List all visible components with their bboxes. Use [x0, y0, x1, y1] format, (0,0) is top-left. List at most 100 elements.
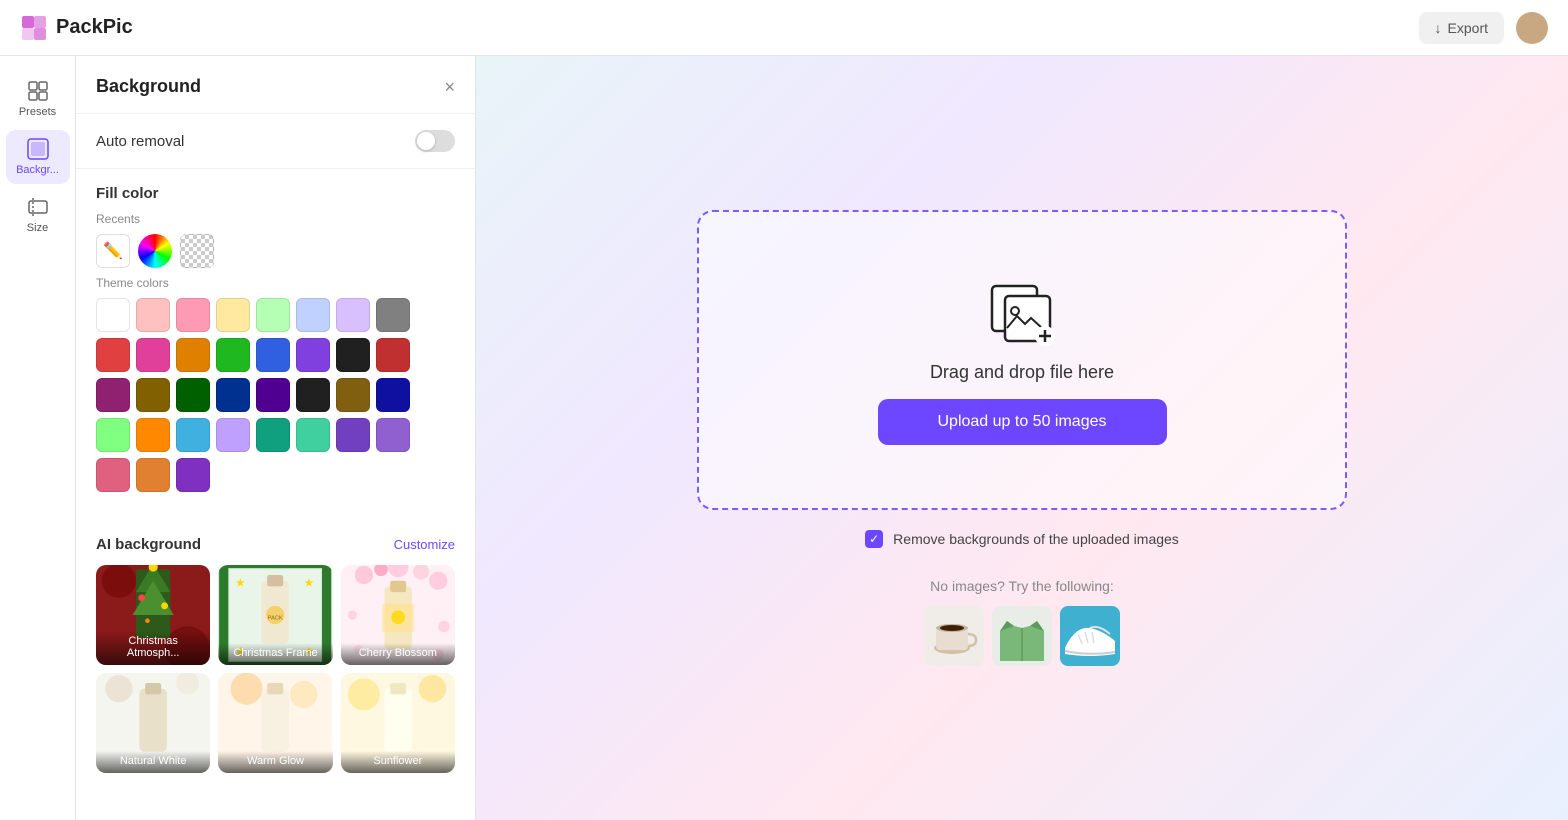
main-layout: Presets Backgr... Size Background × Auto: [0, 56, 1568, 820]
export-button[interactable]: ↓ Export: [1419, 12, 1504, 44]
auto-removal-section: Auto removal: [76, 114, 475, 169]
auto-removal-toggle[interactable]: [415, 130, 455, 152]
sample-image-sneaker[interactable]: [1060, 606, 1120, 666]
remove-bg-row: ✓ Remove backgrounds of the uploaded ima…: [865, 530, 1179, 548]
theme-color-swatch-0[interactable]: [96, 298, 130, 332]
logo-icon: [20, 14, 48, 42]
ai-card-placeholder-1[interactable]: Natural White: [96, 673, 210, 773]
theme-color-swatch-25[interactable]: [136, 418, 170, 452]
theme-color-swatch-22[interactable]: [336, 378, 370, 412]
background-icon: [27, 138, 49, 160]
theme-color-swatch-19[interactable]: [216, 378, 250, 412]
user-avatar[interactable]: [1516, 12, 1548, 44]
theme-color-swatch-26[interactable]: [176, 418, 210, 452]
presets-label: Presets: [19, 106, 56, 118]
sidebar-item-size[interactable]: Size: [6, 188, 70, 242]
ai-background-title: AI background: [96, 536, 201, 553]
upload-button[interactable]: Upload up to 50 images: [878, 399, 1167, 445]
fill-color-section: Fill color Recents ✏️ Theme colors: [76, 169, 475, 520]
svg-text:★: ★: [304, 577, 314, 589]
theme-color-swatch-2[interactable]: [176, 298, 210, 332]
no-images-section: No images? Try the following:: [924, 578, 1120, 666]
theme-color-swatch-10[interactable]: [176, 338, 210, 372]
theme-color-swatch-32[interactable]: [96, 458, 130, 492]
header-actions: ↓ Export: [1419, 12, 1548, 44]
theme-color-swatch-21[interactable]: [296, 378, 330, 412]
recents-row: ✏️: [96, 234, 455, 268]
placeholder-2-label: Warm Glow: [218, 751, 332, 773]
theme-color-swatch-5[interactable]: [296, 298, 330, 332]
sidebar-item-presets[interactable]: Presets: [6, 72, 70, 126]
theme-color-swatch-24[interactable]: [96, 418, 130, 452]
theme-color-swatch-20[interactable]: [256, 378, 290, 412]
pen-color-swatch[interactable]: ✏️: [96, 234, 130, 268]
ai-card-cherry-blossom[interactable]: Cherry Blossom: [341, 565, 455, 665]
theme-color-swatch-28[interactable]: [256, 418, 290, 452]
size-label: Size: [27, 222, 48, 234]
export-label: Export: [1448, 20, 1488, 36]
theme-color-swatch-30[interactable]: [336, 418, 370, 452]
cherry-blossom-label: Cherry Blossom: [341, 643, 455, 665]
theme-color-swatch-18[interactable]: [176, 378, 210, 412]
sidebar-item-background[interactable]: Backgr...: [6, 130, 70, 184]
theme-color-swatch-3[interactable]: [216, 298, 250, 332]
transparent-swatch[interactable]: [180, 234, 214, 268]
theme-color-swatch-4[interactable]: [256, 298, 290, 332]
coffee-preview: [924, 606, 984, 666]
theme-color-swatch-34[interactable]: [176, 458, 210, 492]
theme-color-swatch-1[interactable]: [136, 298, 170, 332]
app-header: PackPic ↓ Export: [0, 0, 1568, 56]
auto-removal-row: Auto removal: [96, 130, 455, 152]
upload-images-icon: [987, 276, 1057, 346]
theme-color-swatch-33[interactable]: [136, 458, 170, 492]
ai-background-header: AI background Customize: [96, 536, 455, 553]
background-panel: Background × Auto removal Fill color Rec…: [76, 56, 476, 820]
theme-color-swatch-17[interactable]: [136, 378, 170, 412]
customize-link[interactable]: Customize: [394, 537, 455, 552]
theme-color-swatch-31[interactable]: [376, 418, 410, 452]
sample-image-jacket[interactable]: [992, 606, 1052, 666]
theme-color-swatch-12[interactable]: [256, 338, 290, 372]
jacket-preview: [992, 606, 1052, 666]
theme-color-swatch-13[interactable]: [296, 338, 330, 372]
theme-color-swatch-14[interactable]: [336, 338, 370, 372]
theme-color-swatch-6[interactable]: [336, 298, 370, 332]
canvas-area: Drag and drop file here Upload up to 50 …: [476, 56, 1568, 820]
theme-color-swatch-9[interactable]: [136, 338, 170, 372]
remove-bg-label: Remove backgrounds of the uploaded image…: [893, 531, 1179, 547]
sneaker-preview: [1060, 606, 1120, 666]
app-name: PackPic: [56, 16, 133, 39]
theme-color-swatch-11[interactable]: [216, 338, 250, 372]
panel-title: Background: [96, 76, 201, 97]
rainbow-color-swatch[interactable]: [138, 234, 172, 268]
theme-color-swatch-7[interactable]: [376, 298, 410, 332]
svg-text:★: ★: [235, 577, 245, 589]
icon-sidebar: Presets Backgr... Size: [0, 56, 76, 820]
ai-background-section: AI background Customize: [76, 520, 475, 789]
app-logo[interactable]: PackPic: [20, 14, 133, 42]
theme-color-swatch-8[interactable]: [96, 338, 130, 372]
fill-color-title: Fill color: [96, 185, 455, 202]
close-panel-button[interactable]: ×: [444, 78, 455, 96]
ai-background-grid: Christmas Atmosph... PACK ★: [96, 565, 455, 773]
sample-image-coffee[interactable]: [924, 606, 984, 666]
drop-zone[interactable]: Drag and drop file here Upload up to 50 …: [697, 210, 1347, 510]
theme-color-swatch-29[interactable]: [296, 418, 330, 452]
theme-color-swatch-15[interactable]: [376, 338, 410, 372]
theme-color-swatch-16[interactable]: [96, 378, 130, 412]
no-images-text: No images? Try the following:: [924, 578, 1120, 594]
ai-card-christmas-atmosph[interactable]: Christmas Atmosph...: [96, 565, 210, 665]
ai-card-placeholder-2[interactable]: Warm Glow: [218, 673, 332, 773]
presets-icon: [27, 80, 49, 102]
ai-card-placeholder-3[interactable]: Sunflower: [341, 673, 455, 773]
christmas-atmosph-label: Christmas Atmosph...: [96, 631, 210, 665]
sample-images-row: [924, 606, 1120, 666]
auto-removal-label: Auto removal: [96, 133, 184, 150]
theme-color-swatch-27[interactable]: [216, 418, 250, 452]
ai-card-christmas-frame[interactable]: PACK ★ ★ ★ ★ Christmas Frame: [218, 565, 332, 665]
download-icon: ↓: [1435, 20, 1442, 36]
theme-color-swatch-23[interactable]: [376, 378, 410, 412]
theme-colors-label: Theme colors: [96, 276, 455, 290]
remove-bg-checkbox[interactable]: ✓: [865, 530, 883, 548]
background-label: Backgr...: [16, 164, 59, 176]
